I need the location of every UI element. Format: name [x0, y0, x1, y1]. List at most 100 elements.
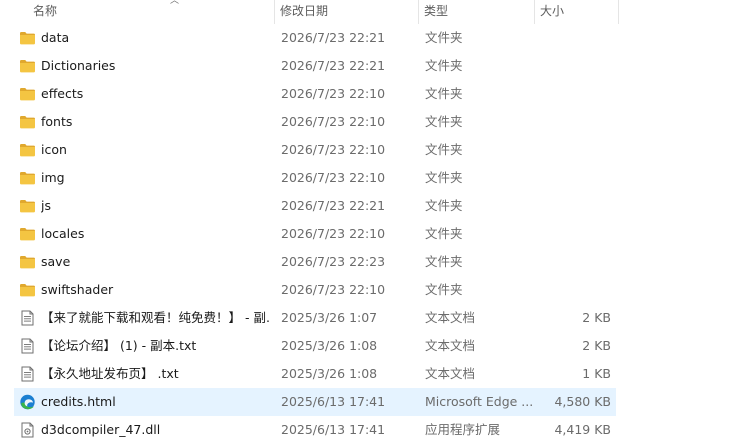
file-modified-date: 2025/3/26 1:07: [281, 310, 378, 325]
chevron-up-icon: ︿: [170, 0, 180, 6]
file-size: [534, 220, 611, 248]
file-modified-date: 2026/7/23 22:10: [281, 170, 386, 185]
dll-file-icon: [19, 422, 36, 438]
file-row[interactable]: img 2026/7/23 22:10 文件夹: [0, 164, 750, 192]
folder-icon: [19, 282, 36, 298]
folder-icon: [19, 58, 36, 74]
file-size: [534, 52, 611, 80]
file-row[interactable]: credits.html 2025/6/13 17:41 Microsoft E…: [0, 388, 750, 416]
file-row[interactable]: effects 2026/7/23 22:10 文件夹: [0, 80, 750, 108]
file-size: [534, 192, 611, 220]
file-type: 文件夹: [425, 170, 463, 185]
file-name: data: [41, 30, 70, 45]
folder-icon: [19, 254, 36, 270]
file-name: credits.html: [41, 394, 116, 409]
file-explorer: 名称 ︿ 修改日期 类型 大小 data 2026/7/23 22:21 文件夹: [0, 0, 750, 441]
file-modified-date: 2026/7/23 22:10: [281, 114, 386, 129]
file-type: 文件夹: [425, 198, 463, 213]
file-type: 文件夹: [425, 226, 463, 241]
column-divider[interactable]: [618, 0, 619, 24]
file-type: 应用程序扩展: [425, 422, 501, 437]
file-size: 2 KB: [582, 338, 611, 353]
file-row[interactable]: 【永久地址发布页】 .txt 2025/3/26 1:08 文本文档 1 KB: [0, 360, 750, 388]
column-header-date-label: 修改日期: [280, 4, 329, 18]
file-size: [534, 108, 611, 136]
column-header-type-label: 类型: [424, 4, 449, 18]
text-file-icon: [19, 366, 36, 382]
file-modified-date: 2025/3/26 1:08: [281, 338, 378, 353]
file-modified-date: 2026/7/23 22:10: [281, 282, 386, 297]
file-type: 文本文档: [425, 366, 476, 381]
file-type: 文件夹: [425, 142, 463, 157]
file-modified-date: 2026/7/23 22:10: [281, 142, 386, 157]
file-name: effects: [41, 86, 84, 101]
file-name: swiftshader: [41, 282, 114, 297]
file-type: 文件夹: [425, 254, 463, 269]
file-row[interactable]: fonts 2026/7/23 22:10 文件夹: [0, 108, 750, 136]
file-name: Dictionaries: [41, 58, 116, 73]
file-size: [534, 248, 611, 276]
file-type: 文本文档: [425, 310, 476, 325]
file-name: locales: [41, 226, 85, 241]
file-name: js: [41, 198, 51, 213]
folder-icon: [19, 170, 36, 186]
folder-icon: [19, 114, 36, 130]
file-name: fonts: [41, 114, 73, 129]
file-type: 文件夹: [425, 58, 463, 73]
file-size: [534, 80, 611, 108]
file-modified-date: 2025/6/13 17:41: [281, 422, 386, 437]
file-row[interactable]: data 2026/7/23 22:21 文件夹: [0, 24, 750, 52]
file-size: 4,419 KB: [554, 422, 611, 437]
column-header-size-label: 大小: [540, 4, 565, 18]
file-row[interactable]: js 2026/7/23 22:21 文件夹: [0, 192, 750, 220]
file-modified-date: 2026/7/23 22:23: [281, 254, 386, 269]
file-size: 2 KB: [582, 310, 611, 325]
file-modified-date: 2026/7/23 22:21: [281, 30, 386, 45]
column-header-size[interactable]: 大小: [534, 0, 618, 24]
file-name: icon: [41, 142, 67, 157]
file-modified-date: 2026/7/23 22:21: [281, 198, 386, 213]
edge-icon: [19, 394, 36, 410]
file-row[interactable]: d3dcompiler_47.dll 2025/6/13 17:41 应用程序扩…: [0, 416, 750, 441]
file-name: save: [41, 254, 71, 269]
file-size: 4,580 KB: [554, 394, 611, 409]
file-size: [534, 136, 611, 164]
folder-icon: [19, 86, 36, 102]
column-header-name-label: 名称: [33, 4, 58, 18]
folder-icon: [19, 30, 36, 46]
file-row[interactable]: locales 2026/7/23 22:10 文件夹: [0, 220, 750, 248]
file-name: img: [41, 170, 65, 185]
column-header-date[interactable]: 修改日期: [274, 0, 418, 24]
file-name: 【论坛介绍】 (1) - 副本.txt: [41, 338, 197, 353]
folder-icon: [19, 226, 36, 242]
file-size: [534, 24, 611, 52]
file-modified-date: 2026/7/23 22:10: [281, 226, 386, 241]
column-header-name[interactable]: 名称 ︿: [24, 0, 274, 24]
file-name: 【来了就能下载和观看！纯免费！】 - 副...: [41, 310, 271, 325]
file-row[interactable]: swiftshader 2026/7/23 22:10 文件夹: [0, 276, 750, 304]
file-name: d3dcompiler_47.dll: [41, 422, 161, 437]
text-file-icon: [19, 310, 36, 326]
folder-icon: [19, 142, 36, 158]
file-name: 【永久地址发布页】 .txt: [41, 366, 179, 381]
folder-icon: [19, 198, 36, 214]
file-row[interactable]: 【来了就能下载和观看！纯免费！】 - 副... 2025/3/26 1:07 文…: [0, 304, 750, 332]
file-row[interactable]: save 2026/7/23 22:23 文件夹: [0, 248, 750, 276]
file-modified-date: 2026/7/23 22:21: [281, 58, 386, 73]
file-row[interactable]: 【论坛介绍】 (1) - 副本.txt 2025/3/26 1:08 文本文档 …: [0, 332, 750, 360]
column-header-type[interactable]: 类型: [418, 0, 534, 24]
file-type: 文件夹: [425, 86, 463, 101]
file-list: data 2026/7/23 22:21 文件夹 Dictionaries 20…: [0, 24, 750, 441]
file-type: 文件夹: [425, 114, 463, 129]
file-modified-date: 2025/3/26 1:08: [281, 366, 378, 381]
file-type: 文本文档: [425, 338, 476, 353]
column-header-bar: 名称 ︿ 修改日期 类型 大小: [0, 0, 750, 24]
file-size: [534, 276, 611, 304]
file-type: 文件夹: [425, 282, 463, 297]
file-modified-date: 2026/7/23 22:10: [281, 86, 386, 101]
file-row[interactable]: Dictionaries 2026/7/23 22:21 文件夹: [0, 52, 750, 80]
file-type: 文件夹: [425, 30, 463, 45]
file-row[interactable]: icon 2026/7/23 22:10 文件夹: [0, 136, 750, 164]
file-modified-date: 2025/6/13 17:41: [281, 394, 386, 409]
file-type: Microsoft Edge ...: [425, 394, 533, 409]
